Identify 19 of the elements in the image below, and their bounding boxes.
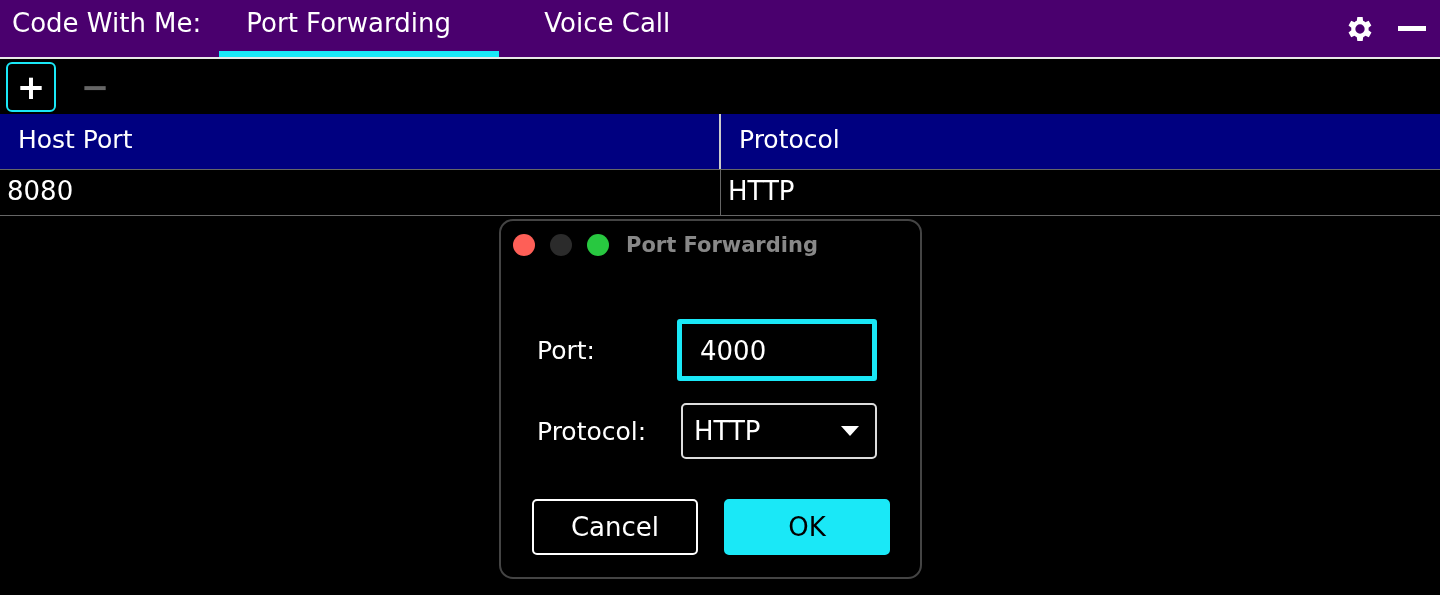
field-label: Port: <box>537 335 596 365</box>
port-field[interactable]: 4000 <box>677 319 877 381</box>
window-control[interactable] <box>513 234 535 256</box>
cancel-button[interactable]: Cancel <box>532 499 698 555</box>
table-cell-text: HTTP <box>727 175 796 208</box>
ok-button[interactable]: OK <box>724 499 890 555</box>
column-header[interactable]: Host Port <box>0 114 721 169</box>
minimize-icon[interactable] <box>1398 25 1426 32</box>
protocol-dropdown[interactable]: HTTP <box>681 403 877 459</box>
table-cell: 8080 <box>0 170 721 215</box>
caret-icon <box>841 426 859 436</box>
dialog-title: Port Forwarding <box>626 233 818 257</box>
field-label: Protocol: <box>537 416 648 446</box>
tab[interactable]: Port Forwarding <box>219 0 500 57</box>
tab[interactable]: Voice Call <box>517 0 698 57</box>
column-header[interactable]: Protocol <box>721 114 1440 169</box>
window-control[interactable] <box>587 234 609 256</box>
app-label: Code With Me: <box>11 7 202 40</box>
toolbar-button[interactable]: + <box>6 61 56 112</box>
